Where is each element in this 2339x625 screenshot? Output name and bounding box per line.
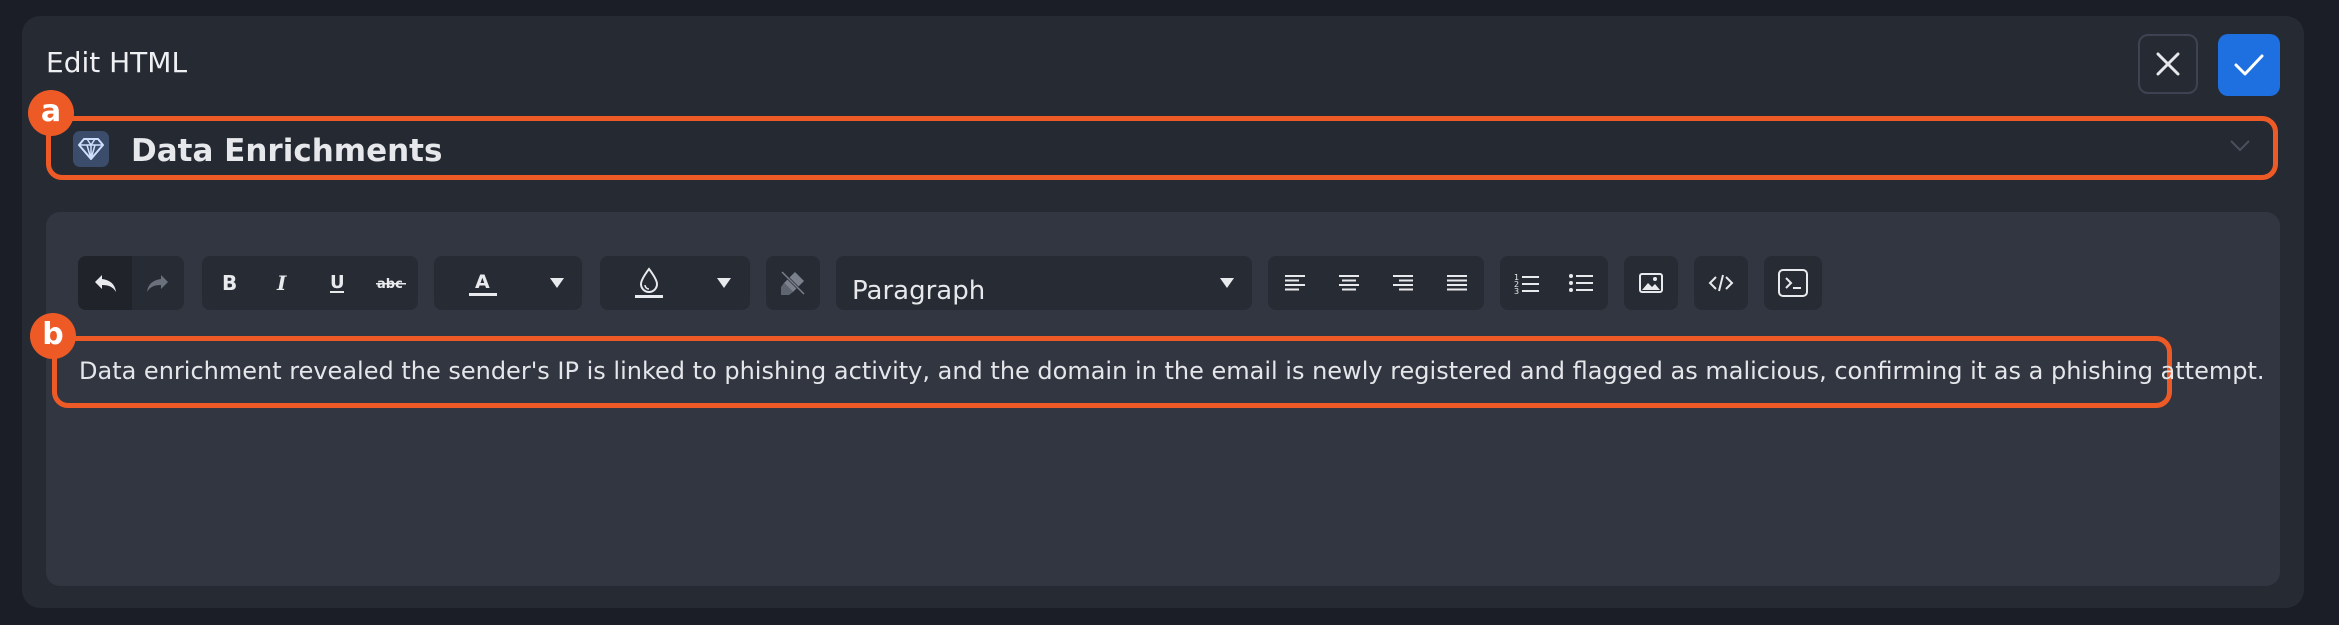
close-icon [2156,52,2180,76]
numbered-list-button[interactable]: 123 [1500,256,1554,310]
align-center-button[interactable] [1322,256,1376,310]
align-right-icon [1393,275,1413,291]
bold-icon: B [222,272,237,294]
highlight-color-group [600,256,750,310]
check-icon [2234,54,2264,76]
block-format-label: Paragraph [852,276,986,306]
undo-icon [95,275,116,292]
clear-format-icon [780,270,806,296]
redo-icon [147,275,168,292]
list-group: 123 [1500,256,1608,310]
italic-button[interactable]: I [256,256,310,310]
code-group [1694,256,1748,310]
highlight-color-dropdown[interactable] [698,256,750,310]
align-justify-icon [1447,275,1467,291]
history-group [78,256,184,310]
section-select-label: Data Enrichments [131,133,443,169]
align-left-icon [1285,275,1305,291]
close-button[interactable] [2138,34,2198,94]
strikethrough-icon: abc [376,277,406,292]
diamond-icon [73,131,109,167]
strikethrough-button[interactable]: abc [364,256,418,310]
code-button[interactable] [1694,256,1748,310]
align-center-icon [1339,275,1359,291]
section-select[interactable]: Data Enrichments [46,116,2278,180]
caret-down-icon [550,278,564,288]
underline-icon: U [330,272,345,293]
bold-button[interactable]: B [202,256,256,310]
align-justify-button[interactable] [1430,256,1484,310]
clear-format-group [766,256,820,310]
block-format-select[interactable]: Paragraph [836,256,1252,310]
bulleted-list-button[interactable] [1554,256,1608,310]
chevron-down-icon [2230,140,2250,152]
highlight-color-icon [635,267,663,298]
dialog-title: Edit HTML [46,46,188,79]
svg-text:B: B [222,272,237,294]
annotation-badge-b: b [30,313,76,359]
font-color-icon: A [469,271,497,296]
terminal-icon [1778,269,1808,297]
code-icon [1708,274,1734,292]
redo-button[interactable] [132,256,184,310]
svg-text:A: A [475,271,490,293]
svg-text:3: 3 [1514,287,1519,295]
editor-content-text[interactable]: Data enrichment revealed the sender's IP… [79,357,2265,385]
bulleted-list-icon [1569,274,1593,292]
annotation-badge-a: a [28,90,74,136]
editor-content[interactable]: Data enrichment revealed the sender's IP… [52,336,2265,408]
numbered-list-icon: 123 [1514,273,1539,295]
underline-button[interactable]: U [310,256,364,310]
caret-down-icon [717,278,731,288]
alignment-group [1268,256,1484,310]
undo-button[interactable] [78,256,132,310]
caret-down-icon [1220,278,1234,288]
highlight-color-button[interactable] [600,256,698,310]
insert-image-button[interactable] [1624,256,1678,310]
italic-icon: I [276,272,287,294]
font-color-button[interactable]: A [434,256,532,310]
align-right-button[interactable] [1376,256,1430,310]
confirm-button[interactable] [2218,34,2280,96]
font-color-dropdown[interactable] [532,256,582,310]
image-icon [1639,273,1663,293]
text-style-group: B I U abc [202,256,418,310]
clear-format-button[interactable] [766,256,820,310]
align-left-button[interactable] [1268,256,1322,310]
source-code-button[interactable] [1764,256,1822,310]
svg-text:I: I [276,272,287,294]
svg-text:U: U [330,272,345,293]
font-color-group: A [434,256,582,310]
source-group [1764,256,1822,310]
image-group [1624,256,1678,310]
